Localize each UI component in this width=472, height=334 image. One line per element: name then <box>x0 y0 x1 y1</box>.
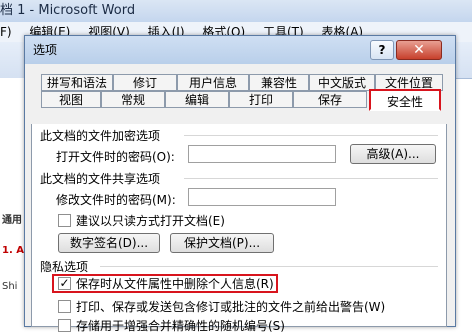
tab-security[interactable]: 安全性 <box>369 89 441 111</box>
help-button[interactable]: ? <box>370 40 394 60</box>
tab-print[interactable]: 打印 <box>229 91 293 108</box>
modify-password-label: 修改文件时的密码(M): <box>56 193 176 207</box>
protect-document-button[interactable]: 保护文档(P)... <box>170 233 274 253</box>
digital-signature-button[interactable]: 数字签名(D)... <box>58 233 160 253</box>
tab-spelling-grammar[interactable]: 拼写和语法 <box>41 74 113 91</box>
options-dialog: 选项 ? ✕ 拼写和语法 修订 用户信息 兼容性 中文版式 文件位置 视图 常规… <box>24 35 456 333</box>
privacy-divider <box>100 266 438 267</box>
tab-chinese-typography[interactable]: 中文版式 <box>309 74 375 91</box>
word-title-bar: 档 1 - Microsoft Word <box>0 0 472 22</box>
readonly-checkbox[interactable] <box>58 214 71 227</box>
document-area: 通用 1. A Shi <box>0 78 24 321</box>
tab-track-changes[interactable]: 修订 <box>113 74 177 91</box>
dialog-title: 选项 <box>33 43 58 57</box>
doc-text-3: Shi <box>2 281 18 292</box>
encrypt-section-title: 此文档的文件加密选项 <box>40 129 161 143</box>
tab-save[interactable]: 保存 <box>293 91 367 108</box>
warn-before-print-checkbox[interactable] <box>58 300 71 313</box>
tab-view[interactable]: 视图 <box>41 91 101 108</box>
tab-edit[interactable]: 编辑 <box>165 91 229 108</box>
remove-personal-info-label: 保存时从文件属性中删除个人信息(R) <box>76 277 274 291</box>
share-section-title: 此文档的文件共享选项 <box>40 172 161 186</box>
open-password-label: 打开文件时的密码(O): <box>56 150 175 164</box>
security-panel: 此文档的文件加密选项 打开文件时的密码(O): 高级(A)... 此文档的文件共… <box>31 124 447 333</box>
open-password-input[interactable] <box>188 145 336 163</box>
word-title-text: 档 1 - Microsoft Word <box>0 3 136 18</box>
tab-user-info[interactable]: 用户信息 <box>177 74 249 91</box>
tab-compatibility[interactable]: 兼容性 <box>249 74 309 91</box>
remove-personal-info-checkbox[interactable]: ✓ <box>58 277 71 290</box>
share-divider <box>184 178 438 179</box>
doc-text-1: 通用 <box>2 215 22 226</box>
close-button[interactable]: ✕ <box>396 40 442 60</box>
warn-before-print-label: 打印、保存或发送包含修订或批注的文件之前给出警告(W) <box>76 300 386 314</box>
tab-general[interactable]: 常规 <box>101 91 165 108</box>
menu-file[interactable]: F) <box>0 22 12 42</box>
advanced-button[interactable]: 高级(A)... <box>350 144 436 164</box>
privacy-section-title: 隐私选项 <box>40 260 89 274</box>
check-mark-icon: ✓ <box>59 276 70 290</box>
encrypt-divider <box>184 135 438 136</box>
doc-text-2: 1. A <box>2 245 24 256</box>
readonly-label: 建议以只读方式打开文档(E) <box>76 214 225 228</box>
random-number-label: 存储用于增强合并精确性的随机编号(S) <box>76 319 285 333</box>
modify-password-input[interactable] <box>188 188 336 206</box>
